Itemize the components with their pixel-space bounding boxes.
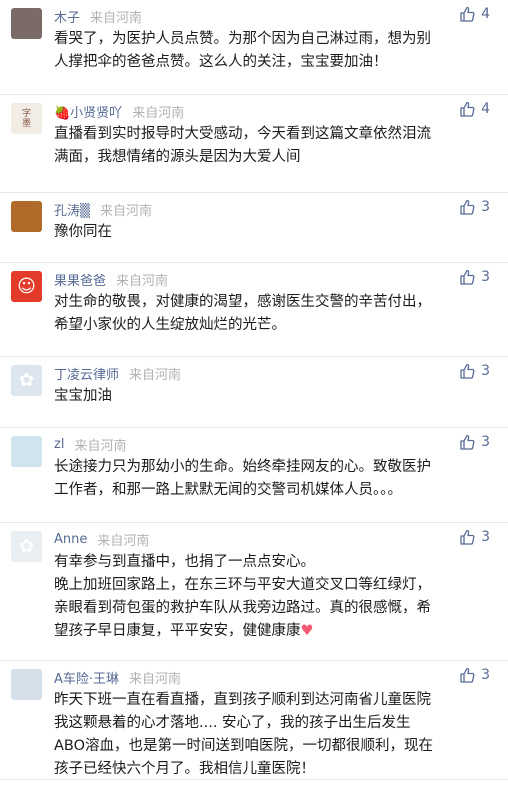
comment-location: 来自河南 xyxy=(129,367,182,383)
flower-avatar-icon[interactable]: ✿ xyxy=(11,365,42,396)
comment-line: 亲眼看到荷包蛋的救护车队从我旁边路过。真的很感慨，希 xyxy=(54,600,431,616)
like-count: 4 xyxy=(481,101,490,117)
comment-item: ✿ Anne 来自河南 3 有幸参与到直播中，也捐了一点点安心。晚上加班回家路上… xyxy=(0,523,508,661)
thumbs-up-icon xyxy=(460,269,475,285)
thumbs-up-icon xyxy=(460,363,475,379)
comment-location: 来自河南 xyxy=(97,533,150,549)
thumbs-up-icon xyxy=(460,434,475,450)
comment-location: 来自河南 xyxy=(132,105,185,121)
thumbs-up-icon xyxy=(460,667,475,683)
comment-line: 孩子已经快六个月了。我相信儿童医院！ xyxy=(54,761,315,777)
like-count: 3 xyxy=(481,434,490,450)
commenter-name[interactable]: 果果爸爸 xyxy=(54,270,106,289)
comment-line: 晚上加班回家路上，在东三环与平安大道交叉口等红绿灯， xyxy=(54,577,431,593)
comment-line: 满面，我想情绪的源头是因为大爱人间 xyxy=(54,149,301,165)
comment-line: 昨天下班一直在看直播，直到孩子顺利到达河南省儿童医院 xyxy=(54,692,431,708)
comment-text: 昨天下班一直在看直播，直到孩子顺利到达河南省儿童医院 我这颗悬着的心才落地....… xyxy=(54,689,494,791)
commenter-name[interactable]: 孔涛▒ xyxy=(54,200,90,219)
comment-line: 有幸参与到直播中，也捐了一点点安心。 xyxy=(54,554,315,570)
thumbs-up-icon xyxy=(460,101,475,117)
comment-line: 对生命的敬畏，对健康的渴望，感谢医生交警的辛苦付出， xyxy=(54,294,431,310)
thumbs-up-icon xyxy=(460,529,475,545)
woman-avatar-icon[interactable] xyxy=(11,669,42,700)
baby-avatar-icon[interactable] xyxy=(11,436,42,467)
comment-location: 来自河南 xyxy=(129,671,182,687)
comment-text: 看哭了，为医护人员点赞。为那个因为自己淋过雨，想为别 人撑把伞的爸爸点赞。这么人的… xyxy=(54,28,494,84)
thumbs-up-icon xyxy=(460,6,475,22)
comment-item: 字 墨 🍓小贤贤吖 来自河南 4 直播看到实时报导时大受感动，今天看到这篇文章依… xyxy=(0,95,508,193)
comment-item: A车险·王琳 来自河南 3 昨天下班一直在看直播，直到孩子顺利到达河南省儿童医院… xyxy=(0,661,508,780)
comment-line: 我这颗悬着的心才落地.... 安心了，我的孩子出生后发生 xyxy=(54,715,411,731)
sunset-avatar-icon[interactable] xyxy=(11,201,42,232)
comment-line: ABO溶血，也是第一时间送到咱医院，一切都很顺利，现在 xyxy=(54,738,434,754)
like-button[interactable]: 4 xyxy=(459,101,490,117)
comment-location: 来自河南 xyxy=(90,10,143,26)
calligraphy-avatar-icon[interactable]: 字 墨 xyxy=(11,103,42,134)
like-button[interactable]: 3 xyxy=(459,363,490,379)
comment-item: zl 来自河南 3 长途接力只为那幼小的生命。始终牵挂网友的心。致敬医护 工作者，… xyxy=(0,428,508,523)
like-count: 4 xyxy=(481,6,490,22)
comment-item: 孔涛▒ 来自河南 3 豫你同在 xyxy=(0,193,508,263)
comment-text: 豫你同在 xyxy=(54,221,494,254)
like-button[interactable]: 3 xyxy=(459,529,490,545)
comment-item: ☺ 果果爸爸 来自河南 3 对生命的敬畏，对健康的渴望，感谢医生交警的辛苦付出，… xyxy=(0,263,508,357)
like-button[interactable]: 3 xyxy=(459,269,490,285)
comment-line: 望孩子早日康复，平平安安，健健康康♥ xyxy=(54,623,314,639)
like-button[interactable]: 3 xyxy=(459,667,490,683)
like-button[interactable]: 3 xyxy=(459,199,490,215)
cartoon-avatar-icon[interactable]: ☺ xyxy=(11,271,42,302)
comment-line: 看哭了，为医护人员点赞。为那个因为自己淋过雨，想为别 xyxy=(54,31,431,47)
commenter-name[interactable]: zl xyxy=(54,437,64,452)
comment-location: 来自河南 xyxy=(74,438,127,454)
comment-line: 工作者，和那一路上默默无闻的交警司机媒体人员。。。 xyxy=(54,482,402,498)
comment-item: ✿ 丁凌云律师 来自河南 3 宝宝加油 xyxy=(0,357,508,428)
like-count: 3 xyxy=(481,363,490,379)
comment-line: 直播看到实时报导时大受感动，今天看到这篇文章依然泪流 xyxy=(54,126,431,142)
commenter-name[interactable]: 丁凌云律师 xyxy=(54,364,119,383)
comment-text: 直播看到实时报导时大受感动，今天看到这篇文章依然泪流 满面，我想情绪的源头是因为大… xyxy=(54,123,494,179)
comment-line: 宝宝加油 xyxy=(54,388,112,404)
comment-line: 长途接力只为那幼小的生命。始终牵挂网友的心。致敬医护 xyxy=(54,459,431,475)
like-count: 3 xyxy=(481,667,490,683)
like-count: 3 xyxy=(481,269,490,285)
like-count: 3 xyxy=(481,199,490,215)
heart-emoji-icon: ♥ xyxy=(300,623,314,639)
comment-line: 人撑把伞的爸爸点赞。这么人的关注，宝宝要加油！ xyxy=(54,54,388,70)
like-count: 3 xyxy=(481,529,490,545)
thumbs-up-icon xyxy=(460,199,475,215)
commenter-name[interactable]: Anne xyxy=(54,532,87,547)
commenter-name[interactable]: 🍓小贤贤吖 xyxy=(54,102,122,121)
girl-avatar-icon[interactable] xyxy=(11,8,42,39)
comment-line: 豫你同在 xyxy=(54,224,112,240)
comment-line: 希望小家伙的人生绽放灿烂的光芒。 xyxy=(54,317,286,333)
comment-location: 来自河南 xyxy=(116,273,169,289)
comment-text: 对生命的敬畏，对健康的渴望，感谢医生交警的辛苦付出， 希望小家伙的人生绽放灿烂的光… xyxy=(54,291,494,347)
like-button[interactable]: 3 xyxy=(459,434,490,450)
comment-item: 木子 来自河南 4 看哭了，为医护人员点赞。为那个因为自己淋过雨，想为别 人撑把伞… xyxy=(0,0,508,95)
lotus-avatar-icon[interactable]: ✿ xyxy=(11,531,42,562)
commenter-name[interactable]: 木子 xyxy=(54,7,80,26)
comment-text: 宝宝加油 xyxy=(54,385,494,418)
comment-location: 来自河南 xyxy=(100,203,153,219)
comment-text: 长途接力只为那幼小的生命。始终牵挂网友的心。致敬医护 工作者，和那一路上默默无闻的… xyxy=(54,456,494,512)
comment-text: 有幸参与到直播中，也捐了一点点安心。晚上加班回家路上，在东三环与平安大道交叉口等… xyxy=(54,551,494,653)
like-button[interactable]: 4 xyxy=(459,6,490,22)
commenter-name[interactable]: A车险·王琳 xyxy=(54,668,119,687)
comment-list: 木子 来自河南 4 看哭了，为医护人员点赞。为那个因为自己淋过雨，想为别 人撑把伞… xyxy=(0,0,508,780)
